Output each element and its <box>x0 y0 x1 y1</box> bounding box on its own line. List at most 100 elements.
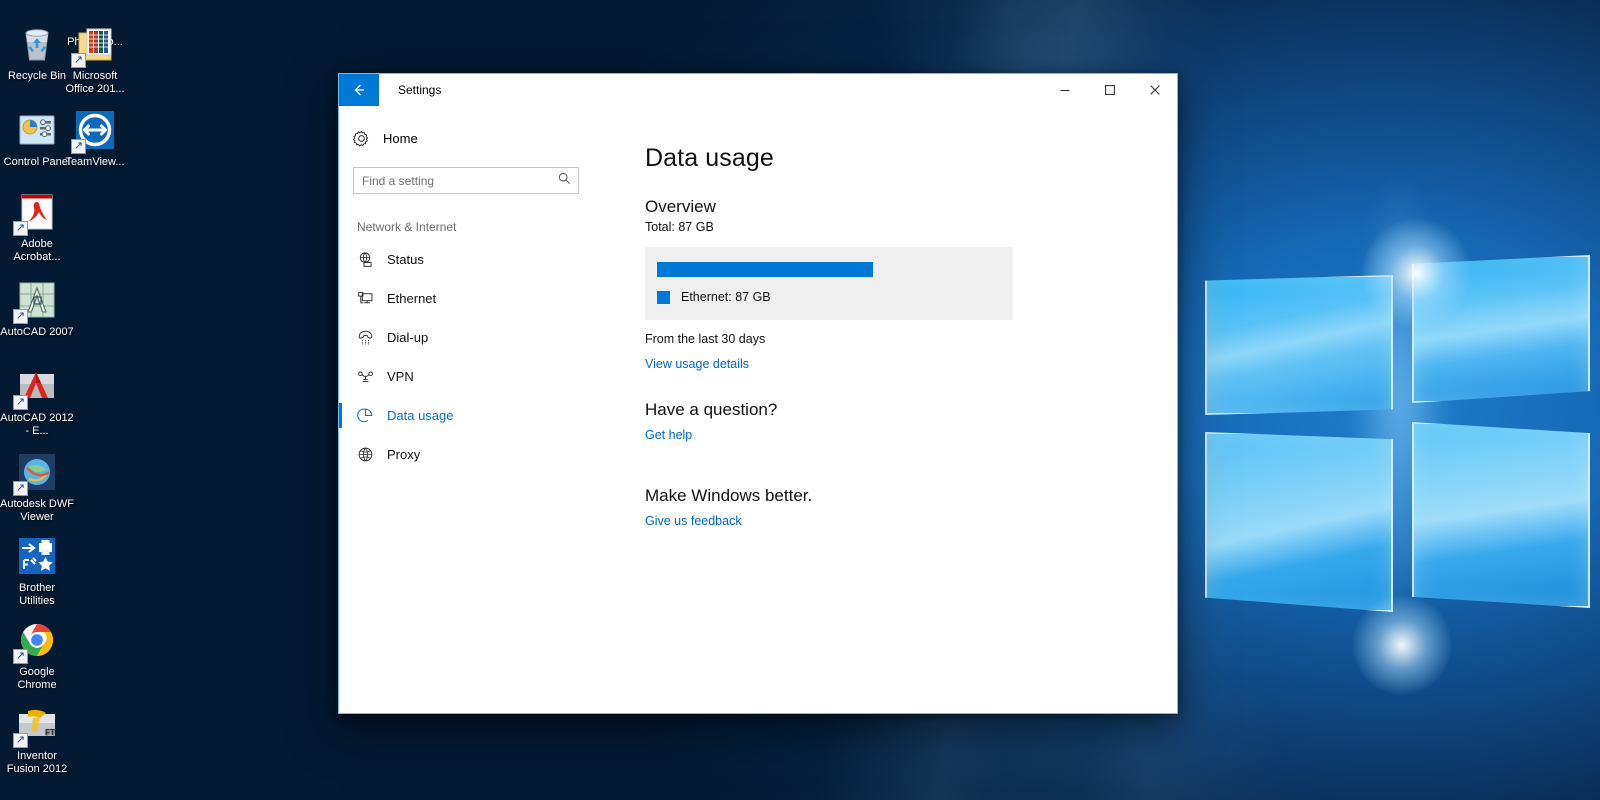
shortcut-overlay-icon <box>13 481 28 496</box>
desktop-icon-google-chrome[interactable]: Google Chrome <box>0 618 74 692</box>
svg-text:FT: FT <box>45 728 55 737</box>
windows-logo-pane-top-left <box>1205 275 1393 415</box>
close-icon <box>1149 85 1160 95</box>
desktop-icon-label: AutoCAD 2007 <box>0 326 74 338</box>
usage-bar-fill <box>657 262 874 277</box>
window-title: Settings <box>398 83 442 97</box>
sidebar-item-label: VPN <box>387 369 414 384</box>
shortcut-overlay-icon <box>13 733 28 748</box>
sidebar-item-label: Data usage <box>387 408 454 423</box>
settings-content: Data usage Overview Total: 87 GB Etherne… <box>601 106 1177 713</box>
sidebar-item-proxy[interactable]: Proxy <box>339 435 601 474</box>
maximize-button[interactable] <box>1087 74 1132 106</box>
window-titlebar: Settings <box>339 74 1177 106</box>
have-a-question-heading: Have a question? <box>645 400 778 419</box>
vpn-icon <box>357 368 387 385</box>
shortcut-overlay-icon <box>13 395 28 410</box>
adobe-acrobat-icon <box>13 190 59 236</box>
wallpaper-spark-top <box>1362 218 1472 328</box>
desktop-icon-label: Inventor Fusion 2012 <box>6 750 68 775</box>
sidebar-item-dial-up[interactable]: Dial-up <box>339 318 601 357</box>
recycle-bin-icon <box>15 22 59 66</box>
desktop-icon-inventor-fusion-2012[interactable]: FT Inventor Fusion 2012 <box>0 702 74 776</box>
shortcut-overlay-icon <box>13 649 28 664</box>
desktop: Photosho... Recycle Bin <box>0 0 1600 800</box>
pie-chart-icon <box>357 407 387 424</box>
maximize-icon <box>1104 85 1115 95</box>
usage-bar-track <box>657 262 1000 277</box>
back-button[interactable] <box>339 74 379 106</box>
network-status-icon <box>357 251 387 268</box>
desktop-icon-label: Microsoft Office 201... <box>65 70 125 95</box>
desktop-icon-microsoft-office[interactable]: Microsoft Office 201... <box>58 22 132 96</box>
minimize-icon <box>1060 89 1069 92</box>
autodesk-dwf-viewer-icon <box>13 450 59 496</box>
shortcut-overlay-icon <box>71 139 86 154</box>
search-container <box>339 155 601 194</box>
dialup-phone-icon <box>357 329 387 346</box>
desktop-icon-autocad-2012[interactable]: AutoCAD 2012 - E... <box>0 364 74 438</box>
google-chrome-icon <box>13 618 59 664</box>
sidebar-item-label: Dial-up <box>387 330 429 345</box>
desktop-icon-adobe-acrobat[interactable]: Adobe Acrobat... <box>0 190 74 264</box>
desktop-icon-label: AutoCAD 2012 - E... <box>0 412 74 437</box>
give-us-feedback-link[interactable]: Give us feedback <box>645 514 742 528</box>
desktop-icon-autocad-2007[interactable]: AutoCAD 2007 <box>0 278 74 339</box>
desktop-icon-teamviewer[interactable]: TeamView... <box>58 108 132 169</box>
make-windows-better-heading: Make Windows better. <box>645 486 813 505</box>
desktop-icon-label: Adobe Acrobat... <box>13 238 61 263</box>
sidebar-item-ethernet[interactable]: Ethernet <box>339 279 601 318</box>
desktop-icon-label: Google Chrome <box>17 666 57 691</box>
desktop-icon-brother-utilities[interactable]: Brother Utilities <box>0 534 74 608</box>
legend-label-ethernet: Ethernet: 87 GB <box>681 290 771 304</box>
usage-chart-panel: Ethernet: 87 GB <box>645 247 1013 320</box>
chart-legend: Ethernet: 87 GB <box>657 290 1000 304</box>
desktop-icon-label: TeamView... <box>65 156 125 168</box>
teamviewer-icon <box>71 108 117 154</box>
control-panel-icon <box>15 108 59 152</box>
minimize-button[interactable] <box>1042 74 1087 106</box>
autocad-2012-icon <box>13 364 59 410</box>
sidebar-item-data-usage[interactable]: Data usage <box>339 396 601 435</box>
search-icon[interactable] <box>558 172 571 190</box>
gear-icon <box>353 130 383 147</box>
period-text: From the last 30 days <box>645 332 766 346</box>
get-help-link[interactable]: Get help <box>645 428 692 442</box>
settings-sidebar: Home Network & Internet <box>339 106 601 713</box>
window-controls <box>1042 74 1177 106</box>
sidebar-item-status[interactable]: Status <box>339 240 601 279</box>
microsoft-office-icon <box>71 22 117 68</box>
sidebar-item-label: Status <box>387 252 424 267</box>
sidebar-item-vpn[interactable]: VPN <box>339 357 601 396</box>
overview-heading: Overview <box>645 197 716 216</box>
sidebar-section-title: Network & Internet <box>357 220 457 234</box>
close-button[interactable] <box>1132 74 1177 106</box>
desktop-icon-autodesk-dwf-viewer[interactable]: Autodesk DWF Viewer <box>0 450 74 524</box>
globe-icon <box>357 446 387 463</box>
window-body: Home Network & Internet <box>339 106 1177 713</box>
settings-window: Settings Home Find a setting Network & I… <box>338 73 1178 714</box>
search-box[interactable] <box>353 167 579 194</box>
total-usage-text: Total: 87 GB <box>645 220 714 234</box>
autocad-2007-icon <box>13 278 59 324</box>
windows-logo-pane-bottom-right <box>1412 422 1590 608</box>
ethernet-icon <box>357 290 387 307</box>
desktop-icon-label: Brother Utilities <box>18 582 56 607</box>
sidebar-item-label: Ethernet <box>387 291 437 306</box>
shortcut-overlay-icon <box>13 309 28 324</box>
legend-swatch-ethernet <box>657 290 670 304</box>
wallpaper-spark-bottom <box>1352 595 1452 695</box>
inventor-fusion-2012-icon: FT <box>13 702 59 748</box>
shortcut-overlay-icon <box>13 221 28 236</box>
view-usage-details-link[interactable]: View usage details <box>645 357 749 371</box>
windows-logo-pane-bottom-left <box>1205 432 1393 612</box>
sidebar-item-label: Home <box>383 130 418 146</box>
sidebar-item-home[interactable]: Home <box>339 121 601 155</box>
desktop-icon-label: Autodesk DWF Viewer <box>0 498 74 523</box>
back-arrow-icon <box>354 84 364 96</box>
brother-utilities-icon <box>15 534 59 578</box>
page-title: Data usage <box>645 144 774 172</box>
search-input[interactable] <box>354 173 578 188</box>
shortcut-overlay-icon <box>71 53 86 68</box>
sidebar-item-label: Proxy <box>387 447 421 462</box>
